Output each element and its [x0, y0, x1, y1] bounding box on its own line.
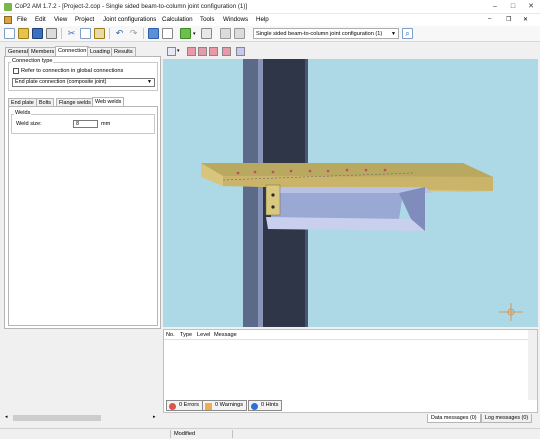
undo-icon[interactable]: ↶ [114, 28, 125, 39]
scroll-left-icon[interactable]: ◂ [5, 414, 8, 420]
tab-log-messages[interactable]: Log messages (0) [481, 414, 533, 423]
weld-size-label: Weld size: [16, 121, 42, 127]
menu-edit[interactable]: Edit [35, 16, 46, 23]
menu-project[interactable]: Project [75, 16, 94, 23]
add-joint-dropdown-icon[interactable]: ▾ [193, 31, 196, 37]
status-modified: Modified [170, 430, 232, 438]
menu-joint-configurations[interactable]: Joint configurations [103, 16, 156, 23]
open-icon[interactable] [18, 28, 29, 39]
print-icon[interactable] [46, 28, 57, 39]
web-welds-body [8, 106, 158, 326]
warnings-filter-button[interactable]: 0 Warnings [202, 400, 248, 411]
menu-calculation[interactable]: Calculation [162, 16, 193, 23]
warning-icon [205, 402, 212, 410]
copy-icon[interactable] [80, 28, 91, 39]
search-icon[interactable]: ⌕ [402, 28, 413, 39]
joint-configuration-select[interactable]: Single sided beam-to-column joint config… [253, 28, 399, 39]
messages-scrollbar[interactable] [528, 330, 537, 400]
zoom-window-icon[interactable] [209, 47, 218, 56]
mdi-close-icon[interactable]: ✕ [523, 16, 528, 23]
properties-icon[interactable] [162, 28, 173, 39]
header-divider [164, 339, 528, 340]
paste-icon[interactable] [94, 28, 105, 39]
errors-filter-button[interactable]: 0 Errors [166, 400, 203, 411]
zoom-extents-icon[interactable] [222, 47, 231, 56]
col-no[interactable]: No. [166, 332, 175, 338]
add-joint-icon[interactable] [180, 28, 191, 39]
chevron-down-icon: ▼ [391, 31, 396, 37]
info-icon [251, 402, 258, 410]
menu-view[interactable]: View [54, 16, 67, 23]
toolbar-separator [61, 28, 62, 39]
col-level[interactable]: Level [197, 332, 210, 338]
calculate-icon[interactable] [220, 28, 231, 39]
errors-filter-label: 0 Errors [179, 402, 199, 408]
new-icon[interactable] [4, 28, 15, 39]
menu-file[interactable]: File [17, 16, 27, 23]
error-icon [169, 402, 176, 410]
viewport-toolbar [163, 44, 538, 59]
joint-configuration-value: Single sided beam-to-column joint config… [256, 31, 383, 37]
joint-3d-model [201, 59, 523, 327]
warnings-filter-label: 0 Warnings [215, 402, 244, 408]
save-icon[interactable] [32, 28, 43, 39]
mdi-restore-icon[interactable]: ❐ [506, 16, 511, 23]
menu-help[interactable]: Help [256, 16, 269, 23]
col-type[interactable]: Type [180, 332, 192, 338]
connection-type-value: End plate connection (composite joint) [15, 79, 107, 85]
col-message[interactable]: Message [214, 332, 237, 338]
duplicate-joint-icon[interactable] [201, 28, 212, 39]
3d-viewport[interactable] [163, 59, 538, 327]
hints-filter-button[interactable]: 0 Hints [248, 400, 283, 411]
zoom-out-icon[interactable] [198, 47, 207, 56]
toolbar-separator [143, 28, 144, 39]
hints-filter-label: 0 Hints [261, 402, 279, 408]
axis-gizmo-icon [499, 303, 523, 321]
app-icon [4, 3, 12, 11]
maximize-button[interactable]: □ [504, 0, 522, 14]
scroll-thumb[interactable] [13, 415, 101, 421]
welds-group-label: Welds [14, 110, 32, 116]
view-options-dropdown-icon[interactable]: ▾ [177, 48, 180, 54]
weld-size-unit: mm [101, 121, 111, 127]
view-options-icon[interactable] [167, 47, 176, 56]
refer-global-label: Refer to connection in global connection… [21, 68, 124, 74]
edit-project-icon[interactable] [148, 28, 159, 39]
tab-data-messages[interactable]: Data messages (0) [427, 414, 481, 423]
redo-icon[interactable]: ↷ [128, 28, 139, 39]
mdi-minimize-icon[interactable]: – [488, 16, 491, 22]
menu-windows[interactable]: Windows [223, 16, 248, 23]
connection-type-select[interactable]: End plate connection (composite joint) ▼ [12, 78, 155, 87]
minimize-button[interactable]: – [486, 0, 504, 14]
close-button[interactable]: ✕ [522, 0, 540, 14]
scroll-right-icon[interactable]: ▸ [153, 414, 156, 420]
grid-view-icon[interactable] [236, 47, 245, 56]
refer-global-checkbox[interactable] [13, 68, 19, 74]
zoom-in-icon[interactable] [187, 47, 196, 56]
document-menu-icon[interactable] [4, 16, 12, 24]
toolbar-separator [109, 28, 110, 39]
cut-icon[interactable]: ✂ [66, 28, 77, 39]
chevron-down-icon: ▼ [147, 79, 152, 85]
report-icon[interactable] [234, 28, 245, 39]
weld-size-input[interactable]: 8 [73, 120, 98, 128]
menu-tools[interactable]: Tools [200, 16, 214, 23]
status-cell-empty [232, 430, 292, 438]
connection-type-label: Connection type [11, 58, 54, 64]
window-title: CoP2 AM 1.7.2 - [Project-2.cop - Single … [15, 3, 248, 10]
